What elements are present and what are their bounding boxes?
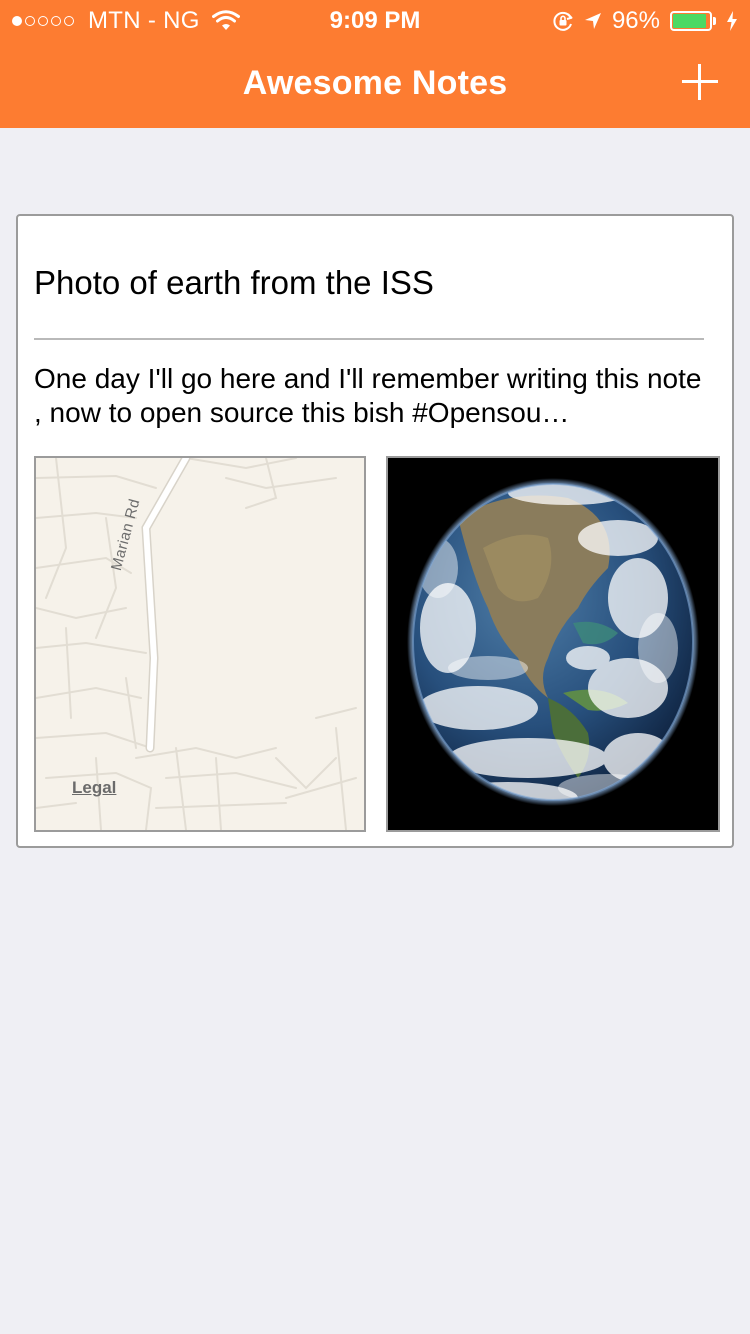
status-bar: MTN - NG 9:09 PM 96% bbox=[0, 0, 750, 40]
map-legal-link[interactable]: Legal bbox=[72, 778, 116, 798]
rotation-lock-icon bbox=[553, 11, 573, 31]
battery-percentage: 96% bbox=[611, 7, 660, 34]
add-note-button[interactable] bbox=[680, 62, 720, 102]
note-card[interactable]: Photo of earth from the ISS One day I'll… bbox=[16, 214, 734, 848]
page-title: Awesome Notes bbox=[242, 64, 508, 102]
battery-icon bbox=[670, 11, 716, 31]
status-right: 96% bbox=[552, 7, 738, 35]
charging-bolt-icon bbox=[727, 11, 737, 31]
earth-globe-image bbox=[407, 478, 699, 806]
note-photo[interactable] bbox=[386, 456, 720, 832]
note-map[interactable]: Marian Rd Legal bbox=[34, 456, 366, 832]
note-divider bbox=[34, 338, 704, 340]
note-title: Photo of earth from the ISS bbox=[34, 264, 434, 301]
location-arrow-icon bbox=[584, 13, 601, 29]
map-tiles bbox=[36, 458, 357, 830]
note-body: One day I'll go here and I'll remember w… bbox=[34, 363, 702, 428]
navigation-bar: MTN - NG 9:09 PM 96% Awesome Notes bbox=[0, 0, 750, 128]
